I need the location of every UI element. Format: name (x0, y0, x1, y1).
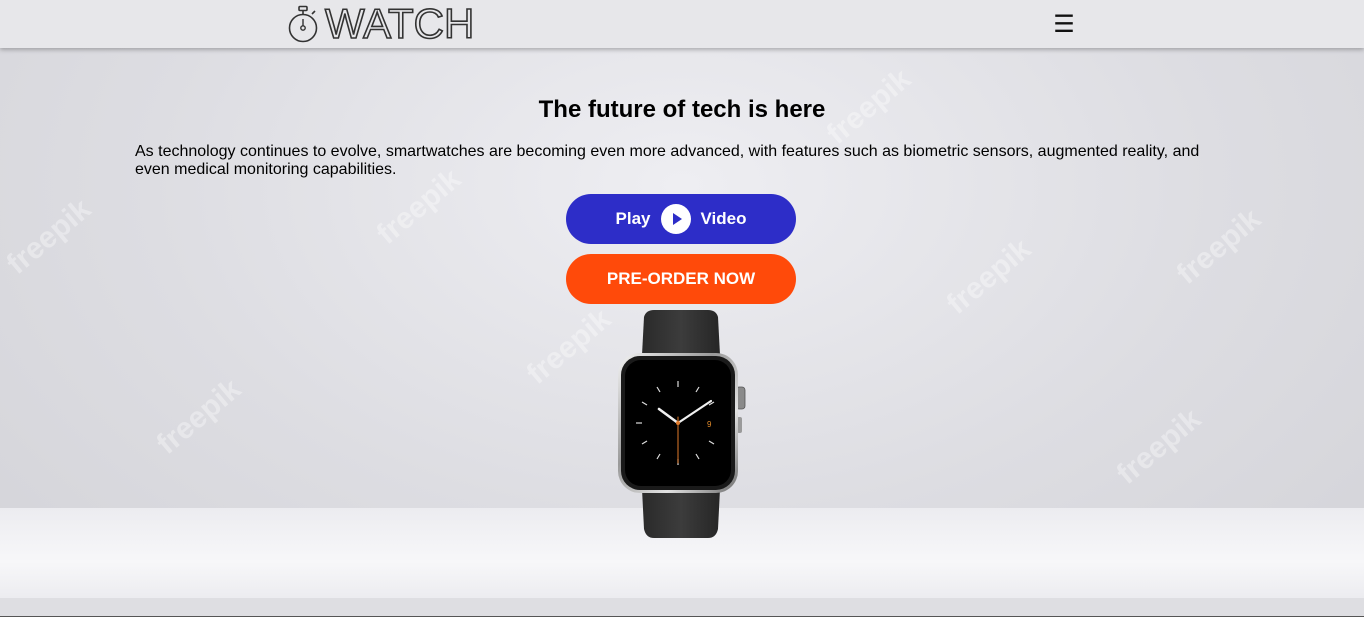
logo-text: WATCH (324, 0, 475, 47)
hero-description: As technology continues to evolve, smart… (135, 143, 1200, 178)
background-watermark: freepik (1110, 402, 1208, 491)
stopwatch-icon (288, 5, 318, 43)
play-video-button[interactable]: Play Video (566, 194, 796, 244)
background-floor-edge (0, 598, 1364, 616)
svg-text:9: 9 (707, 420, 712, 429)
hamburger-menu-icon[interactable]: ☰ (1052, 12, 1076, 36)
video-label: Video (700, 209, 747, 228)
background-watermark: freepik (520, 302, 618, 391)
background-watermark: freepik (0, 192, 98, 281)
smartwatch-image: 9 (618, 310, 746, 538)
background-watermark: freepik (940, 232, 1038, 321)
background-watermark: freepik (1170, 202, 1268, 291)
background-watermark: freepik (150, 372, 248, 461)
play-icon (660, 204, 691, 234)
preorder-button[interactable]: PRE-ORDER NOW (566, 254, 796, 304)
logo-link[interactable]: WATCH (287, 0, 475, 47)
play-label: Play (615, 209, 651, 228)
hero-title: The future of tech is here (538, 96, 826, 123)
navbar: WATCH ☰ (0, 0, 1364, 48)
